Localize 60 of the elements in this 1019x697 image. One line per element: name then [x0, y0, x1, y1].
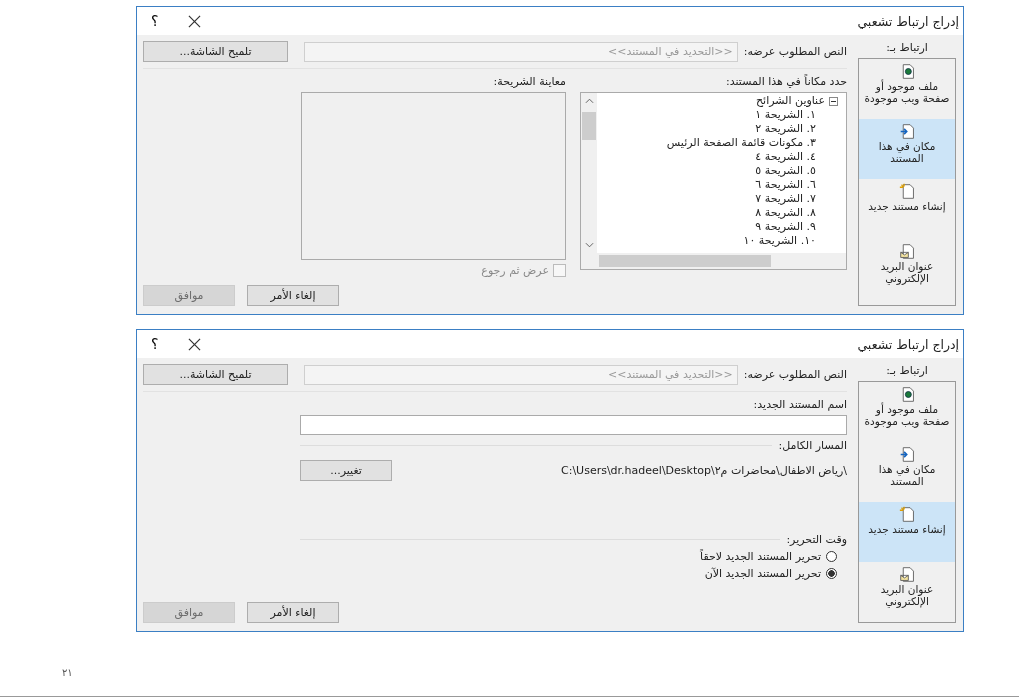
change-button[interactable]: تغيير...: [300, 460, 392, 481]
tree-item[interactable]: ٣. مكونات قائمة الصفحة الرئيس: [666, 136, 816, 150]
close-icon[interactable]: [188, 337, 202, 351]
document-name-label: اسم المستند الجديد:: [752, 398, 847, 411]
checkbox-label: عرض ثم رجوع: [481, 264, 549, 277]
link-type-item[interactable]: عنوان البريد الإلكتروني: [859, 239, 955, 299]
full-path-text: C:\Users\dr.hadeel\Desktop\رياض الاطفال\محاضرات م٢\: [561, 464, 847, 477]
cancel-button[interactable]: إلغاء الأمر: [247, 602, 339, 623]
link-to-label: ارتباط بـ:: [886, 41, 928, 54]
radio-label: تحرير المستند الجديد الآن: [704, 567, 821, 580]
scroll-thumb[interactable]: [599, 255, 771, 267]
vertical-scrollbar[interactable]: [581, 93, 597, 253]
new-page-icon: [898, 506, 916, 523]
close-icon[interactable]: [188, 14, 202, 28]
tree-item[interactable]: ١. الشريحة ١: [755, 108, 816, 122]
radio-button[interactable]: [826, 568, 837, 579]
window-title: إدراج ارتباط تشعبي: [857, 13, 959, 29]
horizontal-scrollbar[interactable]: [581, 253, 846, 269]
help-button[interactable]: ؟: [151, 336, 159, 352]
scroll-up-icon[interactable]: [584, 98, 594, 104]
edit-time-label: وقت التحرير:: [786, 533, 847, 546]
link-type-item[interactable]: مكان في هذا المستند: [859, 119, 955, 179]
radio-button[interactable]: [826, 551, 837, 562]
display-text-label: النص المطلوب عرضه:: [743, 45, 847, 58]
tree-item[interactable]: ٢. الشريحة ٢: [755, 122, 816, 136]
envelope-page-icon: [898, 566, 916, 583]
link-type-item[interactable]: ملف موجود أو صفحة ويب موجودة: [859, 59, 955, 119]
tree-item[interactable]: ٦. الشريحة ٦: [755, 178, 816, 192]
document-name-field[interactable]: [300, 415, 847, 435]
screen-tip-button[interactable]: تلميح الشاشة...: [143, 41, 288, 62]
tree-item[interactable]: ٩. الشريحة ٩: [755, 220, 816, 234]
tree-item[interactable]: عناوين الشرائح: [756, 94, 825, 108]
tree-item[interactable]: ١٠. الشريحة ١٠: [743, 234, 816, 248]
page-arrow-icon: [898, 446, 916, 463]
link-type-item[interactable]: ملف موجود أو صفحة ويب موجودة: [859, 382, 955, 442]
page-number: ٢١: [62, 667, 73, 678]
link-type-item[interactable]: عنوان البريد الإلكتروني: [859, 562, 955, 622]
collapse-icon[interactable]: [829, 96, 838, 106]
tree-item[interactable]: ٨. الشريحة ٨: [755, 206, 816, 220]
window-title: إدراج ارتباط تشعبي: [857, 336, 959, 352]
envelope-page-icon: [898, 243, 916, 260]
link-to-label: ارتباط بـ:: [886, 364, 928, 377]
scroll-thumb[interactable]: [582, 112, 596, 140]
tree-label: حدد مكاناً في هذا المستند:: [725, 75, 847, 88]
scroll-down-icon[interactable]: [584, 242, 594, 248]
link-type-item[interactable]: إنشاء مستند جديد: [859, 502, 955, 562]
new-page-icon: [898, 183, 916, 200]
link-type-item[interactable]: إنشاء مستند جديد: [859, 179, 955, 239]
radio-label: تحرير المستند الجديد لاحقاً: [700, 550, 821, 563]
screen-tip-button[interactable]: تلميح الشاشة...: [143, 364, 288, 385]
tree-item[interactable]: ٤. الشريحة ٤: [755, 150, 816, 164]
tree-item[interactable]: ٥. الشريحة ٥: [755, 164, 816, 178]
page-arrow-icon: [898, 123, 916, 140]
preview-label: معاينة الشريحة:: [492, 75, 566, 88]
cancel-button[interactable]: إلغاء الأمر: [247, 285, 339, 306]
tree-item[interactable]: ٧. الشريحة ٧: [755, 192, 816, 206]
help-button[interactable]: ؟: [151, 13, 159, 29]
display-text-label: النص المطلوب عرضه:: [743, 368, 847, 381]
link-type-item[interactable]: مكان في هذا المستند: [859, 442, 955, 502]
full-path-label: المسار الكامل:: [778, 439, 847, 452]
